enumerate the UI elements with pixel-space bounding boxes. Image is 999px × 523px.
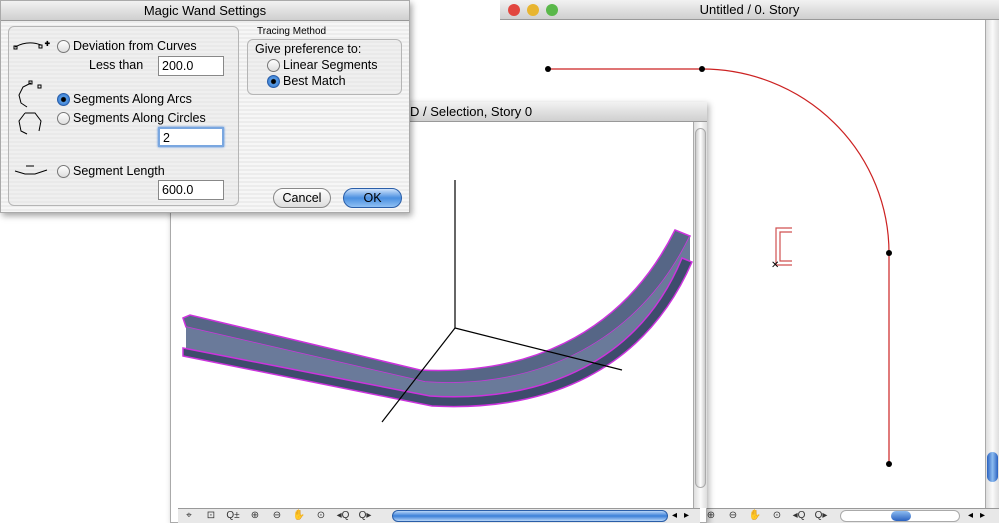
preference-label: Give preference to: (255, 42, 362, 56)
view3d-toolbar: ⌖ ⊡ Q± ⊕ ⊖ ✋ ⊙ ◂Q Q▸ ◂ ▸ (178, 508, 700, 523)
deviation-radio[interactable] (57, 40, 70, 53)
zoom-in-out-icon[interactable]: Q± (222, 509, 244, 523)
pan-hand-icon[interactable]: ✋ (288, 509, 310, 523)
segment-length-radio[interactable] (57, 165, 70, 178)
circles-radio[interactable] (57, 112, 70, 125)
deviation-icon: + (13, 39, 51, 50)
scroll-left-icon[interactable]: ◂ (672, 509, 677, 523)
segment-length-label: Segment Length (73, 164, 165, 178)
arcs-label: Segments Along Arcs (73, 92, 192, 106)
circles-input[interactable]: 2 (158, 127, 224, 147)
view3d-vertical-scrollbar[interactable] (693, 122, 707, 508)
fit-icon[interactable]: ⊙ (310, 509, 332, 523)
pointer-icon[interactable]: ⌖ (178, 509, 200, 523)
ok-button[interactable]: OK (343, 188, 402, 208)
less-than-label: Less than (89, 58, 144, 72)
dialog-title: Magic Wand Settings (143, 3, 267, 18)
dialog-titlebar[interactable]: Magic Wand Settings (1, 1, 409, 21)
zoom-out-icon[interactable]: ⊖ (266, 509, 288, 523)
cancel-button[interactable]: Cancel (273, 188, 331, 208)
arcs-radio[interactable] (57, 93, 70, 106)
svg-text:+: + (45, 39, 50, 48)
linear-segments-radio[interactable] (267, 59, 280, 72)
circles-label: Segments Along Circles (73, 111, 206, 125)
scroll-right-icon[interactable]: ▸ (684, 509, 689, 523)
segment-length-icon (14, 165, 48, 175)
best-match-label: Best Match (283, 74, 346, 88)
segment-length-input[interactable]: 600.0 (158, 180, 224, 200)
method-icons: + (13, 39, 51, 175)
zoom-window-icon[interactable]: ⊡ (200, 509, 222, 523)
arc-segments-icon (18, 80, 42, 108)
tracing-method-title: Tracing Method (257, 26, 327, 37)
circle-segments-icon (18, 112, 42, 135)
horizontal-scrollbar[interactable] (392, 510, 668, 522)
zoom-in-icon[interactable]: ⊕ (244, 509, 266, 523)
best-match-radio[interactable] (267, 75, 280, 88)
next-zoom-icon[interactable]: Q▸ (354, 509, 376, 523)
magic-wand-dialog: Magic Wand Settings + Deviation from Cur… (0, 0, 410, 213)
previous-zoom-icon[interactable]: ◂Q (332, 509, 354, 523)
deviation-label: Deviation from Curves (73, 39, 197, 53)
linear-segments-label: Linear Segments (283, 58, 378, 72)
scroll-track[interactable] (695, 128, 706, 488)
less-than-input[interactable]: 200.0 (158, 56, 224, 76)
